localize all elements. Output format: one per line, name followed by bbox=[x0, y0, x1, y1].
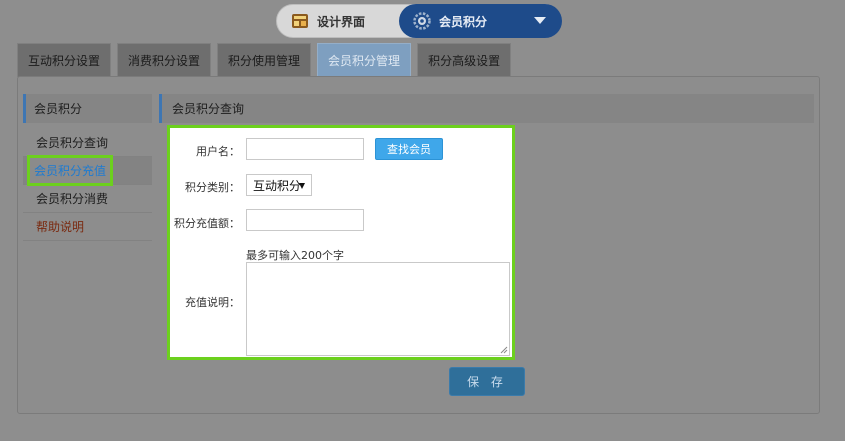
recharge-form: 用户名： 查找会员 积分类别： 互动积分 积分充值额： 最多可输入200个字 充… bbox=[167, 125, 515, 360]
category-label: 积分类别： bbox=[185, 181, 240, 194]
tab-bar: 互动积分设置 消费积分设置 积分使用管理 会员积分管理 积分高级设置 bbox=[17, 43, 512, 77]
points-category-select[interactable]: 互动积分 bbox=[246, 174, 312, 196]
chevron-down-icon bbox=[299, 183, 305, 189]
amount-input[interactable] bbox=[246, 209, 364, 231]
char-limit-hint: 最多可输入200个字 bbox=[246, 249, 344, 262]
view-switcher: 设计界面 会员积分 bbox=[276, 4, 562, 38]
tab-advanced-settings[interactable]: 积分高级设置 bbox=[417, 43, 512, 77]
gear-icon bbox=[413, 12, 431, 30]
description-label: 充值说明： bbox=[185, 296, 240, 309]
sidebar-item-label: 会员积分消费 bbox=[36, 192, 109, 206]
tab-points-usage[interactable]: 积分使用管理 bbox=[217, 43, 312, 77]
sidebar-title: 会员积分 bbox=[23, 94, 152, 123]
tab-consumption-points[interactable]: 消费积分设置 bbox=[117, 43, 212, 77]
description-textarea[interactable] bbox=[246, 262, 510, 356]
sidebar-item-points-consume[interactable]: 会员积分消费 bbox=[23, 185, 152, 213]
design-view-toggle[interactable]: 设计界面 bbox=[277, 5, 399, 37]
member-points-label: 会员积分 bbox=[439, 14, 488, 29]
tab-member-points[interactable]: 会员积分管理 bbox=[317, 43, 412, 77]
sidebar-item-help[interactable]: 帮助说明 bbox=[23, 213, 152, 241]
category-value: 互动积分 bbox=[253, 178, 302, 193]
sidebar-item-points-query[interactable]: 会员积分查询 bbox=[23, 129, 152, 157]
design-icon bbox=[292, 14, 308, 28]
tab-interaction-points[interactable]: 互动积分设置 bbox=[17, 43, 112, 77]
sidebar-menu: 会员积分查询 会员积分充值 会员积分消费 帮助说明 bbox=[23, 129, 152, 241]
sidebar-item-label: 会员积分查询 bbox=[36, 136, 109, 150]
save-button[interactable]: 保 存 bbox=[449, 367, 525, 396]
sidebar-item-points-recharge[interactable]: 会员积分充值 bbox=[23, 155, 152, 186]
member-points-toggle[interactable]: 会员积分 bbox=[399, 4, 562, 38]
sidebar-item-label: 会员积分充值 bbox=[27, 155, 114, 186]
username-label: 用户名： bbox=[196, 145, 240, 158]
amount-label: 积分充值额： bbox=[174, 217, 240, 230]
username-input[interactable] bbox=[246, 138, 364, 160]
section-title: 会员积分查询 bbox=[159, 94, 814, 123]
chevron-down-icon[interactable] bbox=[534, 17, 546, 24]
design-view-label: 设计界面 bbox=[317, 14, 366, 29]
resize-handle-icon[interactable] bbox=[500, 346, 508, 354]
find-member-button[interactable]: 查找会员 bbox=[375, 138, 443, 160]
sidebar-item-label: 帮助说明 bbox=[36, 220, 85, 234]
